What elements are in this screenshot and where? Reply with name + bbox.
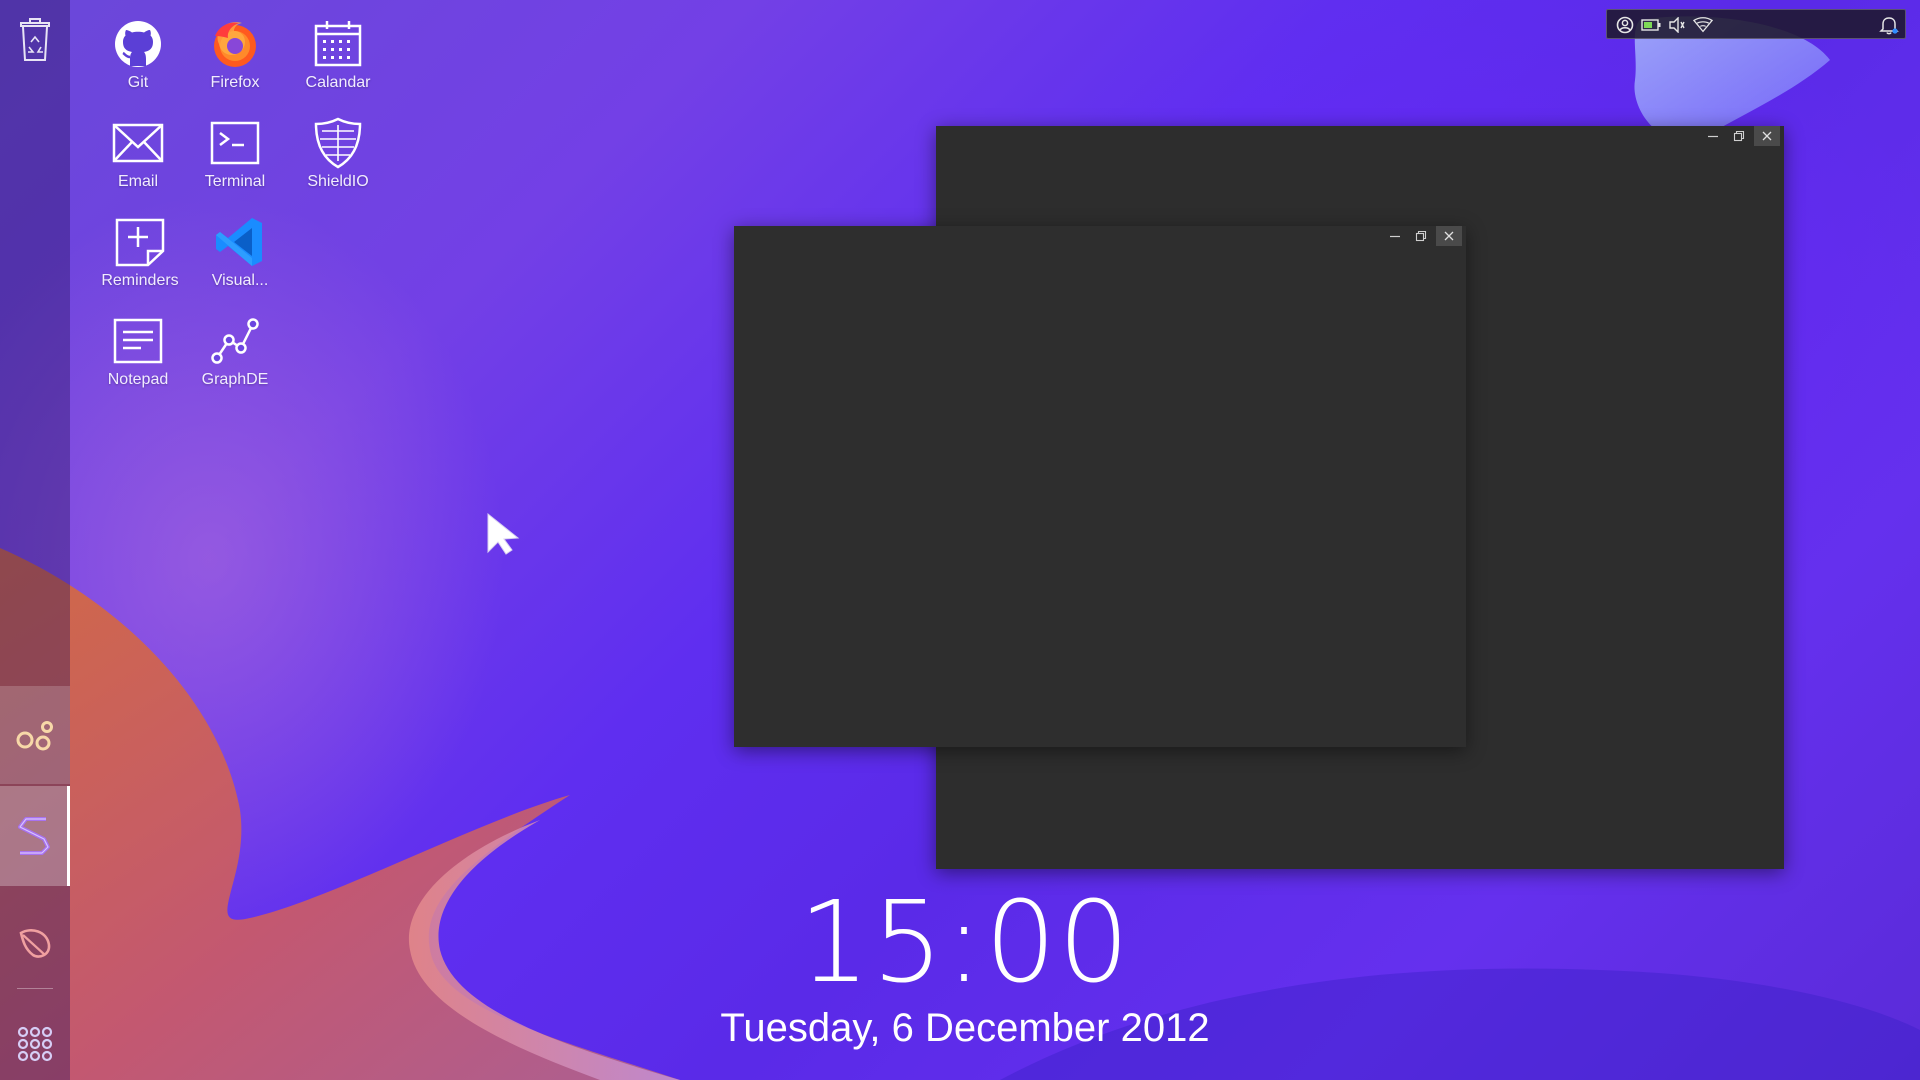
desktop-icon-label: Reminders: [101, 272, 179, 289]
minimize-icon: [1708, 135, 1718, 138]
notifications-button[interactable]: [1879, 15, 1899, 35]
mouse-cursor-icon: [487, 512, 520, 555]
desktop-icon-graphde[interactable]: GraphDE: [187, 313, 283, 405]
dock-item-s-app[interactable]: [0, 786, 70, 886]
window-titlebar[interactable]: [734, 226, 1466, 246]
desktop-icon-git[interactable]: Git: [90, 16, 186, 108]
desktop-icon-label: Terminal: [204, 173, 266, 190]
restore-button[interactable]: [1408, 226, 1434, 246]
close-button[interactable]: [1436, 226, 1462, 246]
close-icon: [1762, 131, 1772, 141]
desktop-icon-email[interactable]: Email: [90, 115, 186, 207]
github-icon: [115, 21, 161, 67]
volume-icon: [1669, 17, 1685, 33]
minimize-icon: [1390, 235, 1400, 238]
restore-icon: [1733, 130, 1745, 142]
desktop-icon-calendar[interactable]: Calandar: [290, 16, 386, 108]
volume-button[interactable]: [1667, 15, 1687, 35]
desktop-icon-label: Notepad: [107, 371, 169, 388]
desktop-icon-label: GraphDE: [201, 371, 269, 388]
gears-icon: [16, 721, 53, 751]
minimize-button[interactable]: [1700, 126, 1726, 146]
notepad-icon: [113, 318, 163, 364]
restore-icon: [1415, 230, 1427, 242]
dock-item-gears[interactable]: [0, 686, 70, 784]
window-front[interactable]: [734, 226, 1466, 747]
desktop-icon-label: Git: [127, 74, 149, 91]
desktop-icon-label: Visual...: [211, 272, 269, 289]
close-button[interactable]: [1754, 126, 1780, 146]
recycle-bin-button[interactable]: [0, 14, 70, 66]
close-icon: [1444, 231, 1454, 241]
desktop-icon-notepad[interactable]: Notepad: [90, 313, 186, 405]
battery-icon: [1641, 19, 1661, 31]
desktop-icon-terminal[interactable]: Terminal: [187, 115, 283, 207]
system-tray: [1606, 9, 1906, 39]
calendar-icon: [314, 21, 362, 67]
desktop-icon-label: Calandar: [305, 74, 371, 91]
firefox-icon: [214, 22, 256, 67]
minimize-button[interactable]: [1382, 226, 1408, 246]
wifi-button[interactable]: [1693, 15, 1713, 35]
graph-icon: [211, 318, 259, 364]
user-icon: [1616, 16, 1634, 34]
desktop-icon-label: Firefox: [210, 74, 260, 91]
battery-status[interactable]: [1641, 15, 1661, 35]
window-titlebar[interactable]: [936, 126, 1784, 146]
notification-bell-icon: [1879, 17, 1899, 35]
vscode-icon: [216, 218, 262, 266]
shield-icon: [314, 117, 362, 169]
wifi-icon: [1693, 17, 1713, 33]
clock-date: Tuesday, 6 December 2012: [720, 1006, 1210, 1050]
desktop-icon-shieldio[interactable]: ShieldIO: [290, 115, 386, 207]
desktop-icon-reminders[interactable]: Reminders: [92, 214, 188, 306]
email-icon: [112, 123, 164, 163]
s-logo-icon: [17, 817, 50, 855]
desktop-icon-firefox[interactable]: Firefox: [187, 16, 283, 108]
reminder-note-icon: [115, 218, 165, 267]
clock-time: 15:00: [798, 878, 1132, 1008]
desktop-icon-label: Email: [117, 173, 158, 190]
terminal-icon: [210, 121, 260, 165]
desktop-icon-label: ShieldIO: [307, 173, 369, 190]
desktop-icon-visual-studio-code[interactable]: Visual...: [192, 214, 288, 306]
user-account-button[interactable]: [1615, 15, 1635, 35]
recycle-bin-icon: [20, 18, 50, 61]
restore-button[interactable]: [1726, 126, 1752, 146]
